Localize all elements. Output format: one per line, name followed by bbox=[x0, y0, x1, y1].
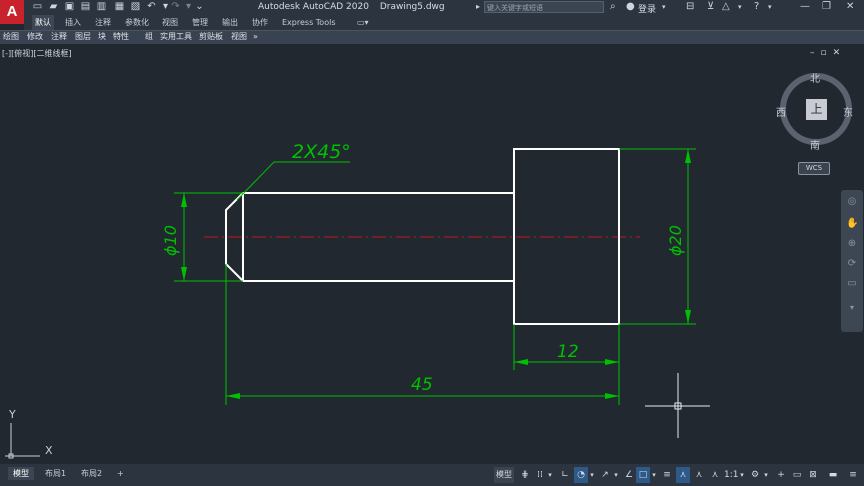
pan-icon[interactable]: ✋ bbox=[846, 218, 858, 230]
nav-bar-menu-icon[interactable]: ▾ bbox=[846, 302, 858, 314]
dim20-arrow-bottom bbox=[685, 310, 691, 324]
ucs-y-label: Y bbox=[8, 408, 16, 421]
object-snap-icon[interactable]: □ bbox=[636, 467, 650, 483]
compass-south[interactable]: 南 bbox=[810, 137, 820, 152]
workspace-dropdown-icon[interactable]: ▾ bbox=[762, 467, 770, 483]
ucs-x-label: X bbox=[45, 444, 53, 457]
dim10-arrow-top bbox=[181, 193, 187, 207]
customization-menu-icon[interactable]: ≡ bbox=[846, 467, 860, 483]
chamfer-label: 2X45° bbox=[292, 141, 351, 163]
zoom-icon[interactable]: ⊕ bbox=[846, 238, 858, 250]
polar-tracking-icon[interactable]: ◔ bbox=[574, 467, 588, 483]
scale-dropdown-icon[interactable]: ▾ bbox=[738, 467, 746, 483]
model-space-toggle[interactable]: 模型 bbox=[494, 467, 514, 483]
dim45-arrow-left bbox=[226, 393, 240, 399]
annotation-scale-label[interactable]: 1:1 bbox=[724, 467, 738, 483]
dim12-arrow-left bbox=[514, 359, 528, 365]
tab-layout2[interactable]: 布局2 bbox=[76, 467, 107, 480]
dimension-12-label: 12 bbox=[557, 342, 579, 362]
units-icon[interactable]: ▭ bbox=[790, 467, 804, 483]
viewcube-top-face[interactable]: 上 bbox=[806, 99, 827, 120]
dim45-arrow-right bbox=[605, 393, 619, 399]
ucs-icon bbox=[5, 423, 40, 459]
snap-icon[interactable]: ⁞⁞ bbox=[534, 467, 546, 483]
steering-wheel-icon[interactable]: ◎ bbox=[846, 196, 858, 208]
dim12-arrow-right bbox=[605, 359, 619, 365]
compass-north[interactable]: 北 bbox=[810, 70, 820, 85]
dim10-arrow-bottom bbox=[181, 267, 187, 281]
annotation-scale-icon[interactable]: ⋏ bbox=[676, 467, 690, 483]
workspace-gear-icon[interactable]: ⚙ bbox=[748, 467, 762, 483]
polar-dropdown-icon[interactable]: ▾ bbox=[588, 467, 596, 483]
isodraft-icon[interactable]: ↗ bbox=[598, 467, 612, 483]
ortho-icon[interactable]: ∟ bbox=[558, 467, 572, 483]
drawing-svg: 2X45° ϕ10 ϕ20 12 45 X Y bbox=[5, 141, 710, 459]
osnap-dropdown-icon[interactable]: ▾ bbox=[650, 467, 658, 483]
showmotion-icon[interactable]: ▭ bbox=[846, 278, 858, 290]
navigation-bar: ◎ ✋ ⊕ ⟳ ▭ ▾ bbox=[841, 190, 863, 332]
isolate-objects-icon[interactable]: ⊠ bbox=[806, 467, 820, 483]
add-layout-button[interactable]: + bbox=[112, 467, 129, 480]
orbit-icon[interactable]: ⟳ bbox=[846, 258, 858, 270]
dim20-arrow-top bbox=[685, 149, 691, 163]
crosshair-cursor bbox=[645, 373, 710, 438]
object-snap-tracking-icon[interactable]: ∠ bbox=[622, 467, 636, 483]
lineweight-icon[interactable]: ≡ bbox=[660, 467, 674, 483]
annotation-visibility-icon[interactable]: ⋏ bbox=[692, 467, 706, 483]
diameter-10-label: ϕ10 bbox=[161, 225, 180, 256]
chamfer-leader bbox=[236, 161, 350, 201]
isodraft-dropdown-icon[interactable]: ▾ bbox=[612, 467, 620, 483]
graphics-performance-icon[interactable]: ▬ bbox=[826, 467, 840, 483]
tab-model[interactable]: 模型 bbox=[8, 467, 34, 480]
compass-west[interactable]: 西 bbox=[776, 104, 786, 119]
compass-east[interactable]: 东 bbox=[843, 104, 853, 119]
snap-dropdown-icon[interactable]: ▾ bbox=[546, 467, 554, 483]
tab-layout1[interactable]: 布局1 bbox=[40, 467, 71, 480]
diameter-20-label: ϕ20 bbox=[666, 225, 685, 256]
grid-icon[interactable]: ⋕ bbox=[518, 467, 532, 483]
dimension-45-label: 45 bbox=[411, 375, 433, 395]
auto-scale-icon[interactable]: ⋏ bbox=[708, 467, 722, 483]
annotation-monitor-icon[interactable]: + bbox=[774, 467, 788, 483]
wcs-menu[interactable]: WCS bbox=[798, 162, 830, 175]
